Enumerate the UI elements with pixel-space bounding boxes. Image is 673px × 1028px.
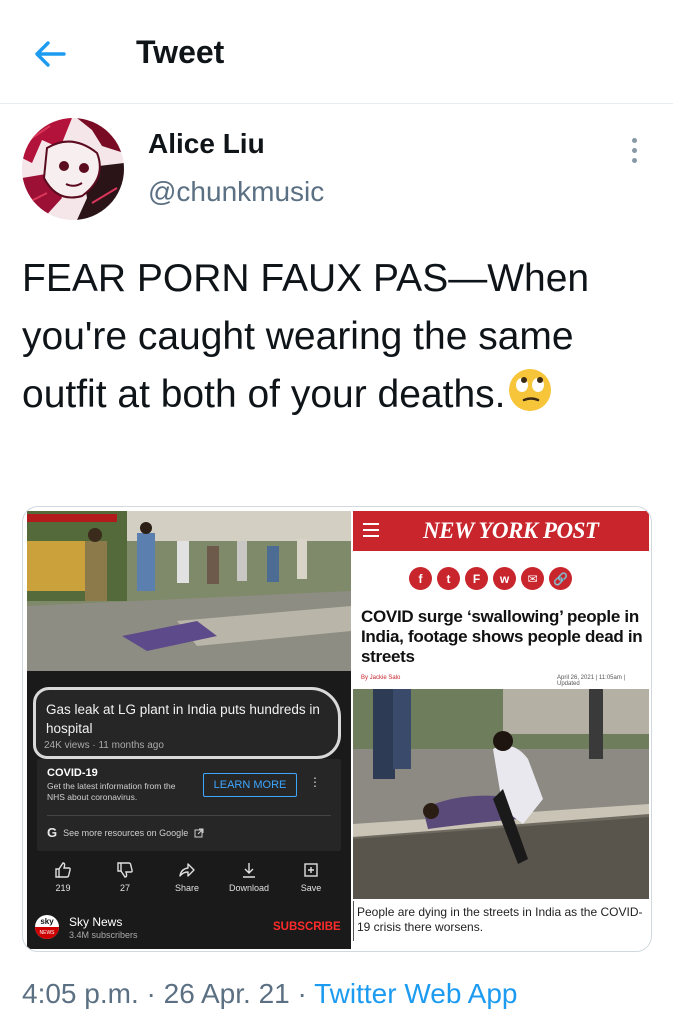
article-date: April 26, 2021 | 11:05am | Updated xyxy=(557,675,626,687)
covid-info-panel: COVID-19 Get the latest information from… xyxy=(37,759,341,851)
learn-more-button[interactable]: LEARN MORE xyxy=(203,773,297,797)
more-options-button[interactable] xyxy=(622,130,646,170)
back-button[interactable] xyxy=(30,36,70,72)
header: Tweet xyxy=(0,0,673,104)
save-button[interactable]: Save xyxy=(285,861,337,901)
dislike-button[interactable]: 27 xyxy=(99,861,151,901)
author-name[interactable]: Alice Liu xyxy=(148,128,265,160)
avatar-image xyxy=(22,118,124,220)
google-resources-link[interactable]: G See more resources on Google xyxy=(47,825,204,840)
photo-caption: People are dying in the streets in India… xyxy=(357,905,643,934)
share-icons-row: f t F w ✉ 🔗 xyxy=(409,567,572,590)
save-label: Save xyxy=(300,883,322,893)
article-photo xyxy=(353,689,649,899)
divider xyxy=(353,901,354,941)
share-icon xyxy=(179,863,195,877)
dislike-count: 27 xyxy=(119,883,130,893)
video-actions: 219 27 Share Download Save xyxy=(37,861,337,901)
nypost-screenshot: NEW YORK POST f t F w ✉ 🔗 COVID surge ‘s… xyxy=(353,511,649,949)
avatar[interactable] xyxy=(22,118,124,220)
logo-text-top: sky xyxy=(40,916,54,926)
sky-news-logo[interactable]: sky NEWS xyxy=(35,915,59,939)
divider xyxy=(47,815,331,816)
covid-title: COVID-19 xyxy=(47,767,98,779)
channel-name[interactable]: Sky News xyxy=(69,915,122,929)
subscribe-button[interactable]: SUBSCRIBE xyxy=(273,921,341,933)
article-headline[interactable]: COVID surge ‘swallowing’ people in India… xyxy=(361,607,647,667)
google-icon: G xyxy=(47,825,58,840)
nypost-header-bar: NEW YORK POST xyxy=(353,511,649,551)
media-card[interactable]: Gas leak at LG plant in India puts hundr… xyxy=(22,506,652,952)
video-thumbnail xyxy=(27,511,351,671)
video-title[interactable]: Gas leak at LG plant in India puts hundr… xyxy=(46,700,336,738)
tweet-body: FEAR PORN FAUX PAS—When you're caught we… xyxy=(22,257,590,416)
download-label: Download xyxy=(228,883,270,893)
twitter-icon[interactable]: t xyxy=(437,567,460,590)
facebook-icon[interactable]: f xyxy=(409,567,432,590)
hamburger-menu-icon[interactable] xyxy=(363,523,379,537)
face-with-rolling-eyes-icon xyxy=(507,367,553,430)
like-button[interactable]: 219 xyxy=(37,861,89,901)
arrow-left-icon xyxy=(35,41,66,67)
flipboard-icon[interactable]: F xyxy=(465,567,488,590)
save-icon xyxy=(304,863,318,877)
youtube-screenshot: Gas leak at LG plant in India puts hundr… xyxy=(27,511,351,949)
logo-text-bottom: NEWS xyxy=(35,927,59,939)
channel-subscribers: 3.4M subscribers xyxy=(69,930,138,940)
page-title: Tweet xyxy=(136,34,225,70)
covid-text: Get the latest information from the NHS … xyxy=(47,781,176,802)
google-resources-text: See more resources on Google xyxy=(63,827,189,838)
like-count: 219 xyxy=(55,883,71,893)
video-meta: 24K views · 11 months ago xyxy=(44,740,164,751)
external-link-icon xyxy=(194,828,204,837)
thumbs-up-icon xyxy=(55,862,71,878)
dot-icon xyxy=(631,157,637,163)
share-label: Share xyxy=(174,883,200,893)
share-button[interactable]: Share xyxy=(161,861,213,901)
video-title-highlight: Gas leak at LG plant in India puts hundr… xyxy=(33,687,341,759)
channel-row: sky NEWS Sky News 3.4M subscribers SUBSC… xyxy=(35,913,351,945)
tweet-time[interactable]: 4:05 p.m. xyxy=(22,978,139,1009)
download-icon xyxy=(243,863,255,878)
author-handle[interactable]: @chunkmusic xyxy=(148,176,324,208)
dot-icon xyxy=(631,147,637,153)
thumbs-down-icon xyxy=(117,862,133,878)
email-icon[interactable]: ✉ xyxy=(521,567,544,590)
nypost-logo[interactable]: NEW YORK POST xyxy=(423,518,599,544)
tweet-text: FEAR PORN FAUX PAS—When you're caught we… xyxy=(22,250,652,430)
article-byline[interactable]: By Jackie Salo xyxy=(361,675,400,681)
tweet-source-app[interactable]: Twitter Web App xyxy=(314,978,517,1009)
tweet-date[interactable]: 26 Apr. 21 xyxy=(164,978,290,1009)
kebab-menu-icon[interactable]: ⋮ xyxy=(309,775,321,789)
dot-icon xyxy=(631,137,637,143)
tweet-metadata: 4:05 p.m. · 26 Apr. 21 · Twitter Web App xyxy=(22,978,518,1009)
whatsapp-icon[interactable]: w xyxy=(493,567,516,590)
download-button[interactable]: Download xyxy=(223,861,275,901)
link-icon[interactable]: 🔗 xyxy=(549,567,572,590)
